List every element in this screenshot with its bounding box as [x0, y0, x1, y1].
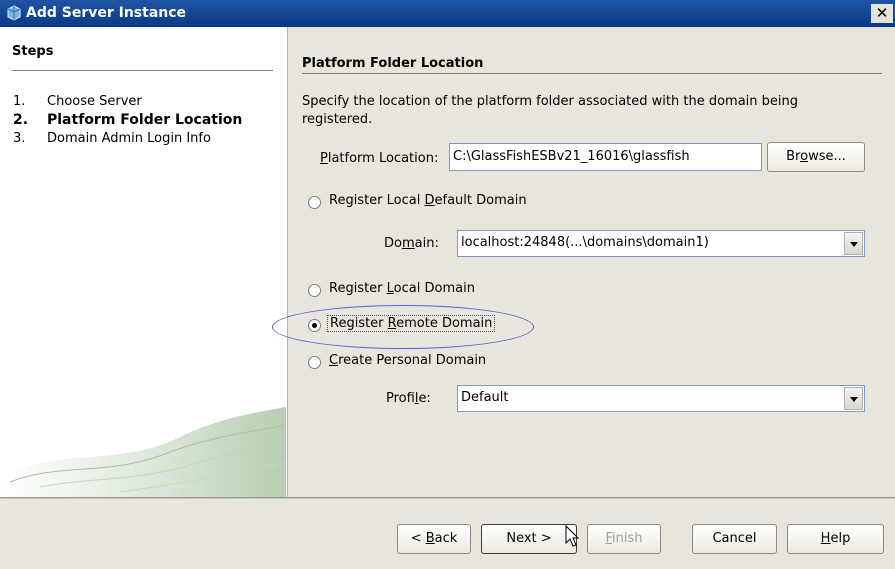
decorative-swirl [0, 407, 286, 497]
register-local-label[interactable]: Register Local Domain [329, 281, 475, 296]
button-bar: < Back Next > Finish Cancel Help [0, 499, 895, 569]
profile-dropdown[interactable]: Default [457, 385, 865, 412]
create-personal-radio[interactable] [308, 356, 321, 369]
page-title: Platform Folder Location [302, 56, 484, 71]
create-personal-label[interactable]: Create Personal Domain [329, 353, 486, 368]
platform-location-label: Platform Location: [320, 151, 439, 166]
next-button[interactable]: Next > [481, 524, 577, 554]
step-item-choose-server: 1. Choose Server [13, 94, 142, 109]
domain-label: Domain: [384, 236, 439, 251]
steps-divider [12, 70, 273, 71]
chevron-down-icon[interactable] [844, 232, 863, 255]
window-title: Add Server Instance [26, 5, 187, 21]
step-item-domain-admin-login: 3. Domain Admin Login Info [13, 131, 211, 146]
domain-dropdown-value: localhost:24848(...\domains\domain1) [461, 235, 709, 250]
steps-heading: Steps [12, 44, 54, 59]
title-divider [302, 73, 882, 74]
content-panel: Platform Folder Location Specify the loc… [287, 27, 895, 497]
steps-panel: Steps 1. Choose Server 2. Platform Folder … [0, 27, 286, 497]
chevron-down-icon[interactable] [844, 387, 863, 410]
server-instance-icon [7, 5, 21, 21]
register-local-default-label[interactable]: Register Local Default Domain [329, 193, 527, 208]
browse-button[interactable]: Browse... [767, 142, 865, 172]
profile-dropdown-value: Default [461, 390, 509, 405]
finish-button[interactable]: Finish [587, 524, 661, 554]
register-local-default-radio[interactable] [308, 196, 321, 209]
step-item-platform-folder-location: 2. Platform Folder Location [13, 112, 243, 128]
domain-dropdown[interactable]: localhost:24848(...\domains\domain1) [457, 230, 865, 257]
description-text: Specify the location of the platform fol… [302, 94, 799, 127]
help-button[interactable]: Help [787, 524, 884, 554]
cancel-button[interactable]: Cancel [692, 524, 777, 554]
profile-label: Profile: [386, 391, 431, 406]
platform-location-input[interactable]: C:\GlassFishESBv21_16016\glassfish [449, 143, 762, 171]
register-local-radio[interactable] [308, 284, 321, 297]
cursor-arrow-icon [565, 525, 580, 547]
title-bar: Add Server Instance ✕ [0, 0, 895, 27]
highlight-ellipse [272, 305, 534, 349]
close-icon[interactable]: ✕ [871, 4, 893, 23]
back-button[interactable]: < Back [397, 524, 471, 554]
